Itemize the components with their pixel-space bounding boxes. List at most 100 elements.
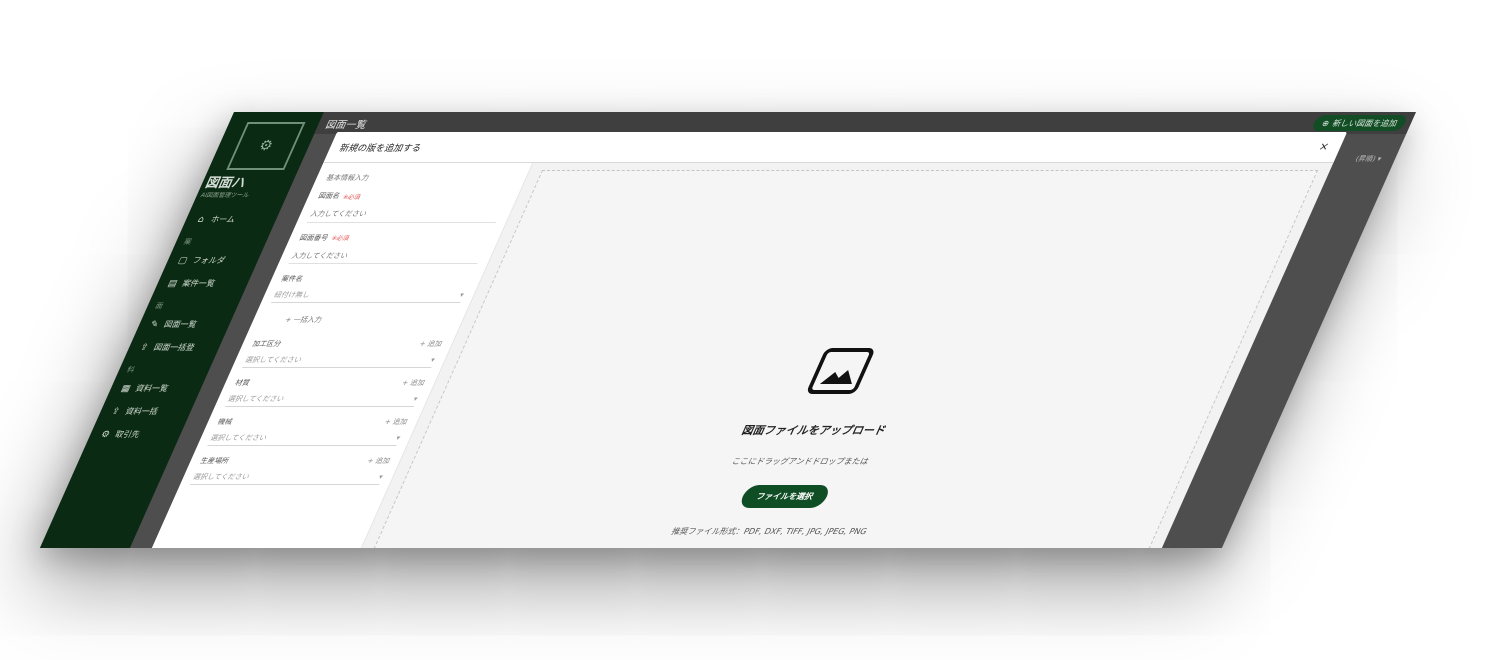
sidebar-item[interactable]: ⚙ 取引先: [85, 423, 185, 446]
process-value: 選択してください: [243, 356, 303, 364]
sort-dropdown[interactable]: (昇順) ▾: [1354, 154, 1384, 164]
new-drawing-button[interactable]: ⊕ 新しい図面を追加: [1310, 115, 1409, 131]
app-header: 図面一覧 ⊕ 新しい図面を追加: [314, 112, 1416, 134]
drawing-name-field: 図面名 ※必須: [306, 191, 510, 223]
file-dropzone[interactable]: 図面ファイルをアップロード ここにドラッグアンドドロップまたは ファイルを選択 …: [371, 170, 1319, 548]
logo: ⚙: [226, 122, 306, 170]
drawing-icon: ✎: [148, 319, 161, 330]
chevron-down-icon: ▾: [458, 291, 466, 299]
doc-icon: ▦: [119, 383, 133, 394]
app-window: ⚙ 図面ハ AI図面管理ツール ⌂ ホーム案 ▢ フォルダ ▤ 案件一覧面 ✎ 図面一覧 ⇪ 図面…: [39, 112, 1417, 548]
machine-label: 機械: [216, 418, 234, 426]
upload-title: 図面ファイルをアップロード: [739, 424, 889, 437]
process-field: 加工区分 + 追加 選択してください ▾: [242, 339, 444, 368]
partner-icon: ⚙: [99, 429, 112, 440]
project-label-row: 案件名: [279, 274, 472, 284]
batch-input-label: 一括入力: [291, 316, 324, 324]
upload-subtitle: ここにドラッグアンドドロップまたは: [730, 457, 871, 466]
drawing-name-label: 図面名: [316, 192, 342, 200]
sort-label: (昇順): [1354, 155, 1378, 163]
new-drawing-label: 新しい図面を追加: [1331, 118, 1400, 128]
material-label: 材質: [233, 379, 252, 387]
nav-section-label: 案: [182, 238, 193, 246]
material-label-row: 材質: [233, 378, 426, 388]
drawing-name-input[interactable]: [306, 207, 503, 223]
sidebar-item-label: 案件一覧: [180, 279, 217, 288]
folder-icon: ▢: [176, 255, 190, 266]
location-add-button[interactable]: + 追加: [365, 456, 392, 466]
process-label: 加工区分: [250, 340, 283, 348]
required-badge: ※必須: [341, 193, 362, 201]
material-select[interactable]: 選択してください ▾: [224, 392, 421, 407]
process-select[interactable]: 選択してください ▾: [242, 353, 438, 368]
sidebar-item[interactable]: ⌂ ホーム: [181, 208, 281, 231]
close-icon[interactable]: ×: [1317, 140, 1332, 153]
add-circle-icon: ⊕: [1320, 118, 1332, 128]
chevron-down-icon: ▾: [394, 434, 402, 442]
supported-formats: 推奨ファイル形式：PDF, DXF, TIFF, JPG, JPEG, PNG: [669, 527, 869, 536]
machine-select[interactable]: 選択してください ▾: [207, 431, 403, 446]
machine-field: 機械 + 追加 選択してください ▾: [207, 417, 409, 446]
drawing-number-input[interactable]: [288, 249, 485, 264]
project-select[interactable]: 紐付け無し ▾: [270, 288, 467, 303]
add-label: 追加: [425, 340, 444, 348]
page-title: 図面一覧: [323, 119, 369, 131]
sidebar-item[interactable]: ✎ 図面一覧: [134, 313, 234, 336]
machine-label-row: 機械: [216, 417, 409, 427]
machine-value: 選択してください: [209, 434, 269, 442]
modal-header: 新規の版を追加する ×: [323, 132, 1348, 163]
location-field: 生産場所 + 追加 選択してください ▾: [189, 456, 392, 485]
brand-name: 図面ハ: [202, 176, 249, 191]
drawing-number-field: 図面番号 ※必須: [288, 233, 491, 264]
sidebar-item[interactable]: ⇪ 図面一括登: [124, 336, 224, 359]
add-label: 追加: [408, 379, 427, 387]
home-icon: ⌂: [196, 214, 207, 225]
upload-icon: ⇪: [138, 342, 151, 353]
upload-icon: ⇪: [109, 406, 122, 417]
project-field: 案件名 紐付け無し ▾: [270, 274, 473, 303]
sidebar-item-label: ホーム: [209, 215, 237, 224]
sidebar-item[interactable]: ▢ フォルダ: [163, 249, 263, 272]
material-field: 材質 + 追加 選択してください ▾: [224, 378, 427, 407]
sidebar-item-label: 取引先: [113, 430, 142, 439]
drawing-number-label: 図面番号: [298, 233, 330, 242]
drawing-number-label-row: 図面番号 ※必須: [298, 233, 491, 243]
location-select[interactable]: 選択してください ▾: [189, 470, 386, 485]
batch-input-link[interactable]: + 一括入力: [283, 315, 454, 325]
sidebar-item[interactable]: ▦ 資料一覧: [106, 377, 206, 400]
process-add-button[interactable]: + 追加: [417, 339, 444, 349]
modal-title: 新規の版を追加する: [337, 143, 423, 154]
sidebar-item[interactable]: ⇪ 資料一括: [96, 400, 196, 423]
sidebar-item-label: 資料一括: [123, 407, 160, 416]
sidebar-item-label: 資料一覧: [133, 384, 170, 393]
sidebar-item-label: 図面一覧: [162, 320, 199, 329]
location-label: 生産場所: [198, 457, 231, 465]
logo-gear-icon: ⚙: [256, 138, 276, 154]
process-label-row: 加工区分: [250, 339, 443, 349]
chevron-down-icon: ▾: [377, 473, 385, 481]
chevron-down-icon: ▾: [429, 356, 437, 364]
sidebar-item-label: フォルダ: [190, 256, 227, 265]
add-label: 追加: [373, 457, 392, 465]
material-value: 選択してください: [226, 395, 286, 403]
machine-add-button[interactable]: + 追加: [383, 417, 410, 427]
sidebar-item-label: 図面一括登: [152, 343, 197, 352]
sidebar-item[interactable]: ▤ 案件一覧: [153, 272, 253, 295]
form-section-title: 基本情報入力: [324, 174, 371, 182]
project-value: 紐付け無し: [272, 291, 312, 299]
select-file-button[interactable]: ファイルを選択: [737, 485, 832, 508]
nav-section-label: 面: [153, 302, 165, 310]
drawing-name-label-row: 図面名 ※必須: [316, 191, 509, 201]
dropzone-content: 図面ファイルをアップロード ここにドラッグアンドドロップまたは ファイルを選択 …: [607, 346, 1012, 537]
location-label-row: 生産場所: [198, 456, 391, 466]
material-add-button[interactable]: + 追加: [400, 378, 427, 388]
chevron-down-icon: ▾: [411, 395, 420, 403]
brand-subtitle: AI図面管理ツール: [199, 192, 251, 199]
nav-section-label: 料: [125, 366, 136, 374]
add-label: 追加: [391, 418, 409, 426]
add-version-modal: 新規の版を追加する × 基本情報入力 図面名 ※必須 図面番号 ※必須: [145, 132, 1348, 548]
image-icon: [807, 348, 874, 394]
location-value: 選択してください: [191, 473, 251, 481]
list-icon: ▤: [166, 278, 180, 289]
required-badge: ※必須: [330, 235, 351, 242]
